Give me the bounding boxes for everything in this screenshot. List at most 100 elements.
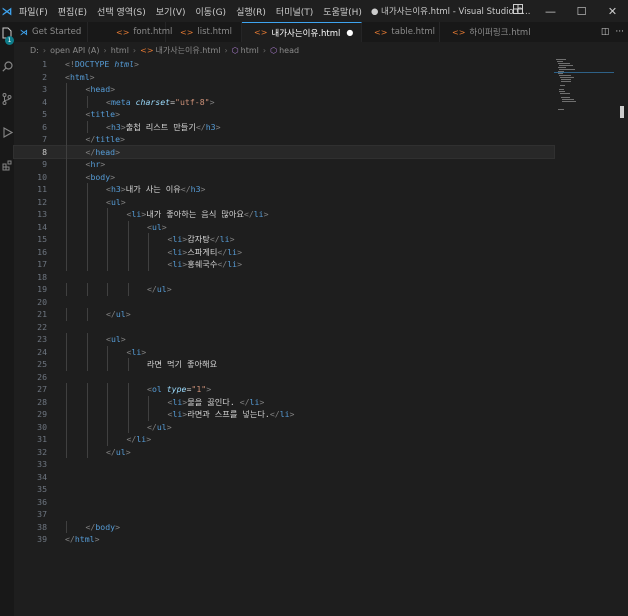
code-line[interactable]: 19 </ul> (14, 283, 554, 296)
code-line[interactable]: 18 (14, 271, 554, 284)
breadcrumb-folder[interactable]: html (111, 46, 129, 55)
tab-font-html[interactable]: <> font.html (88, 22, 172, 42)
indent-guide (66, 520, 67, 533)
code-line[interactable]: 27 <ol type="1"> (14, 383, 554, 396)
code-line[interactable]: 23 <ul> (14, 333, 554, 346)
explorer-icon[interactable]: 1 (0, 22, 14, 45)
code-token: title (95, 134, 121, 144)
breadcrumb-symbol[interactable]: head (279, 46, 299, 55)
code-line[interactable]: 31 </li> (14, 433, 554, 446)
menu-go[interactable]: 이동(G) (191, 5, 232, 18)
menu-run[interactable]: 실행(R) (231, 5, 271, 18)
menu-file[interactable]: 파일(F) (14, 5, 53, 18)
code-line[interactable]: 7 </title> (14, 133, 554, 146)
code-text: </ul> (147, 283, 172, 296)
code-line[interactable]: 30 </ul> (14, 421, 554, 434)
menu-selection[interactable]: 선택 영역(S) (92, 5, 151, 18)
breadcrumb-file[interactable]: 내가사는이유.html (156, 45, 221, 56)
code-line[interactable]: 1 <!DOCTYPE html> (14, 58, 554, 71)
html-file-icon: <> (374, 27, 388, 37)
tab-get-started[interactable]: ⋊ Get Started (14, 22, 88, 42)
customize-layout-icon[interactable] (513, 4, 523, 14)
more-actions-icon[interactable]: ··· (615, 27, 624, 37)
menu-terminal[interactable]: 터미널(T) (271, 5, 318, 18)
code-line[interactable]: 17 <li>홍쉐국수</li> (14, 258, 554, 271)
extensions-icon[interactable] (0, 154, 14, 176)
minimap[interactable] (554, 58, 614, 118)
indent-guide (86, 445, 88, 458)
code-token: </ (147, 421, 157, 432)
unsaved-dot-icon[interactable]: ● (346, 28, 353, 37)
code-line[interactable]: 11 <h3>내가 사는 이유</h3> (14, 183, 554, 196)
split-editor-icon[interactable]: ◫ (601, 27, 610, 37)
menu-view[interactable]: 보기(V) (151, 5, 191, 18)
vertical-scrollbar[interactable] (620, 106, 624, 118)
code-token: > (209, 96, 215, 107)
indent-guide (148, 245, 149, 258)
code-line[interactable]: 26 (14, 371, 554, 384)
code-text: <h3>내가 사는 이유</h3> (106, 183, 205, 196)
indent-guide (127, 395, 129, 408)
breadcrumb-symbol[interactable]: html (241, 46, 259, 55)
code-line[interactable]: 13 <li>내가 좋아하는 음식 많아요</li> (14, 208, 554, 221)
code-line[interactable]: 22 (14, 321, 554, 334)
code-line[interactable]: 5 <title> (14, 108, 554, 121)
code-line[interactable]: 12 <ul> (14, 196, 554, 209)
code-line[interactable]: 36 (14, 496, 554, 509)
code-line[interactable]: 3 <head> (14, 83, 554, 96)
breadcrumb-drive[interactable]: D: (30, 46, 39, 55)
code-token: 감자탕 (187, 234, 210, 244)
code-line[interactable]: 4 <meta charset="utf-8"> (14, 96, 554, 109)
code-line[interactable]: 21 </ul> (14, 308, 554, 321)
run-debug-icon[interactable] (0, 121, 14, 143)
code-line[interactable]: 10 <body> (14, 171, 554, 184)
tab-hyperlink-html[interactable]: <> 하이퍼링크.html (440, 22, 558, 42)
code-line[interactable]: 8 </head> (13, 144, 555, 159)
search-icon[interactable] (0, 55, 14, 77)
code-line[interactable]: 20 (14, 296, 554, 309)
code-token: charset (135, 96, 171, 107)
code-line[interactable]: 29 <li>라면과 스프를 넣는다.</li> (14, 408, 554, 421)
code-line[interactable]: 39 </html> (14, 533, 554, 546)
code-line[interactable]: 28 <li>물을 끓인다. </li> (14, 396, 554, 409)
code-token: li (279, 409, 290, 419)
code-line[interactable]: 37 (14, 508, 554, 521)
code-token: head (90, 84, 111, 94)
code-line[interactable]: 35 (14, 483, 554, 496)
line-number: 34 (37, 471, 47, 482)
code-token: ul (115, 446, 126, 457)
code-line[interactable]: 34 (14, 471, 554, 484)
maximize-button[interactable]: ☐ (566, 0, 597, 22)
minimize-button[interactable]: — (535, 0, 566, 22)
code-line[interactable]: 2 <html> (14, 71, 554, 84)
code-line[interactable]: 16 <li>스파게티</li> (14, 246, 554, 259)
code-token: li (172, 409, 183, 419)
close-button[interactable]: ✕ (597, 0, 628, 22)
code-line[interactable]: 24 <li> (14, 346, 554, 359)
code-token: type (166, 384, 187, 394)
code-token: > (110, 171, 116, 182)
indent-guide (66, 183, 67, 196)
html-file-icon: <> (180, 27, 194, 37)
code-line[interactable]: 9 <hr> (14, 158, 554, 171)
code-token: > (120, 196, 126, 207)
source-control-icon[interactable] (0, 88, 14, 110)
tab-table-html[interactable]: <> table.html (362, 22, 440, 42)
code-text: <li>홍쉐국수</li> (168, 258, 243, 271)
code-line[interactable]: 15 <li>감자탕</li> (14, 233, 554, 246)
tab-list-html[interactable]: <> list.html (166, 22, 242, 42)
code-line[interactable]: 6 <h3>출첩 리스트 만들기</h3> (14, 121, 554, 134)
code-line[interactable]: 25 라면 먹기 좋아해요 (14, 358, 554, 371)
menu-help[interactable]: 도움말(H) (318, 5, 367, 18)
tab-current-file[interactable]: <> 내가사는이유.html ● (242, 22, 362, 42)
code-line[interactable]: 38 </body> (14, 521, 554, 534)
code-token: li (227, 246, 238, 257)
breadcrumb-folder[interactable]: open API (A) (50, 46, 99, 55)
menu-edit[interactable]: 편집(E) (53, 5, 92, 18)
code-line[interactable]: 14 <ul> (14, 221, 554, 234)
code-line[interactable]: 33 (14, 458, 554, 471)
code-editor[interactable]: 1 <!DOCTYPE html> 2 <html> 3 <head> 4 <meta cha… (13, 58, 555, 616)
line-number: 14 (37, 221, 47, 232)
code-line[interactable]: 32 </ul> (14, 446, 554, 459)
code-text: <li>내가 좋아하는 음식 많아요</li> (127, 208, 269, 221)
